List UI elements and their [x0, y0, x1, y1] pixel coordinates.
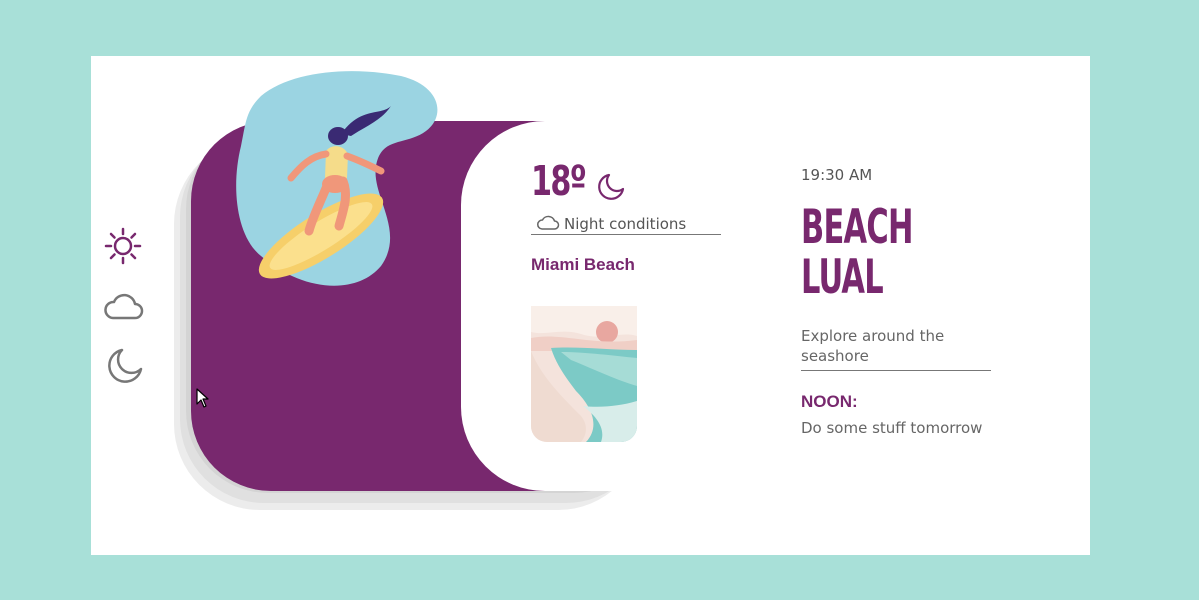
cloud-icon	[536, 212, 560, 236]
noon-text: Do some stuff tomorrow	[801, 419, 983, 437]
event-title-line: BEACH	[801, 200, 914, 255]
event-title-line: LUAL	[801, 250, 884, 305]
beach-illustration	[531, 306, 637, 442]
sun-icon[interactable]	[103, 226, 143, 266]
app-frame: 18º Night conditions Miami Beach 19:30 A…	[91, 56, 1090, 555]
condition-label: Night conditions	[564, 215, 687, 233]
location-name: Miami Beach	[531, 255, 635, 274]
mouse-cursor-icon	[196, 388, 209, 408]
temperature: 18º	[531, 157, 587, 205]
event-time: 19:30 AM	[801, 166, 873, 184]
weather-condition: Night conditions	[536, 212, 686, 236]
moon-icon[interactable]	[105, 346, 145, 386]
moon-icon	[596, 172, 626, 206]
event-title: BEACH LUAL	[801, 200, 914, 305]
cloud-icon[interactable]	[103, 288, 145, 324]
noon-label: NOON:	[801, 392, 858, 411]
event-description: Explore around the seashore	[801, 327, 945, 365]
divider	[801, 370, 991, 371]
divider	[531, 234, 721, 235]
surfer-illustration	[236, 71, 438, 286]
